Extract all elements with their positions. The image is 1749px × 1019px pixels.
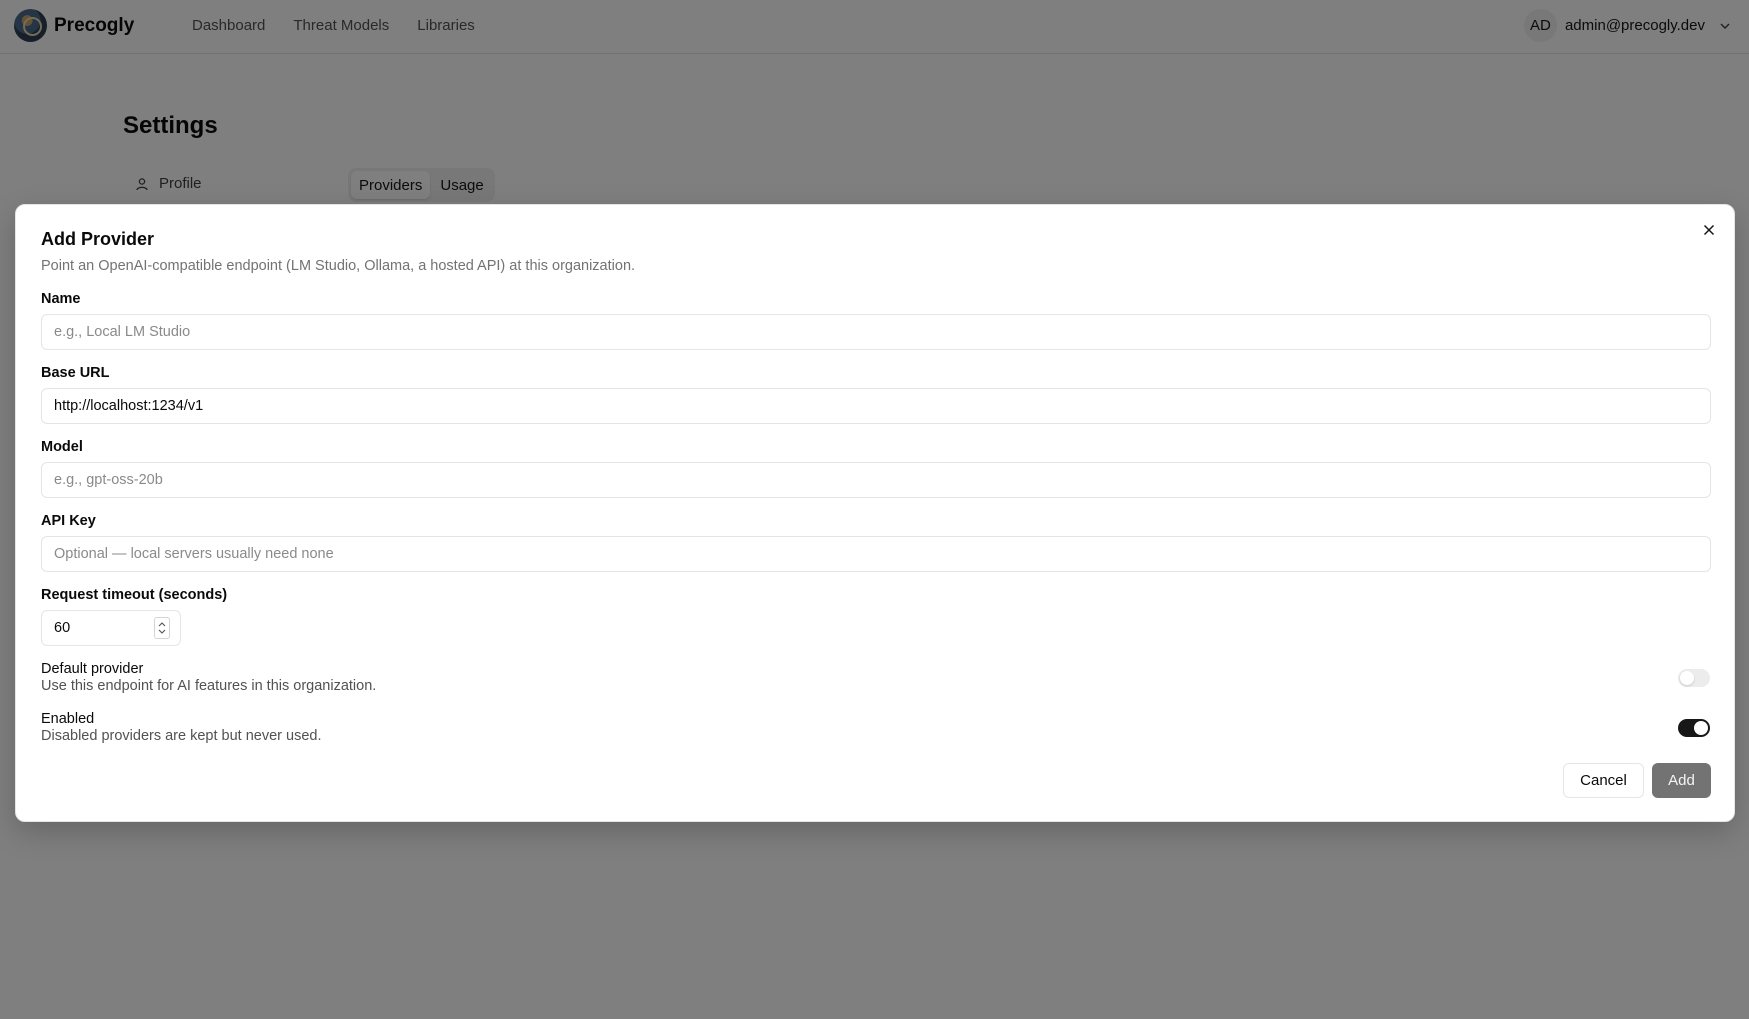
toggle-knob	[1680, 671, 1694, 685]
add-button[interactable]: Add	[1652, 763, 1711, 798]
timeout-stepper[interactable]	[154, 617, 170, 639]
api-key-input[interactable]	[41, 536, 1711, 572]
default-provider-title: Default provider	[41, 661, 144, 677]
timeout-value: 60	[54, 620, 71, 636]
model-label: Model	[41, 439, 83, 455]
close-button[interactable]	[1700, 221, 1718, 239]
timeout-label: Request timeout (seconds)	[41, 587, 228, 603]
close-icon	[1703, 224, 1715, 236]
cancel-button[interactable]: Cancel	[1563, 763, 1644, 798]
dialog-description: Point an OpenAI-compatible endpoint (LM …	[41, 258, 636, 274]
base-url-label: Base URL	[41, 365, 110, 381]
api-key-label: API Key	[41, 513, 96, 529]
toggle-knob	[1694, 721, 1708, 735]
enabled-description: Disabled providers are kept but never us…	[41, 728, 322, 744]
dialog-title: Add Provider	[41, 229, 155, 249]
name-input[interactable]	[41, 314, 1711, 350]
model-input[interactable]	[41, 462, 1711, 498]
enabled-title: Enabled	[41, 711, 95, 727]
default-provider-toggle[interactable]	[1678, 669, 1710, 687]
name-label: Name	[41, 291, 81, 307]
timeout-input[interactable]: 60	[41, 610, 181, 646]
base-url-input[interactable]	[41, 388, 1711, 424]
default-provider-description: Use this endpoint for AI features in thi…	[41, 678, 377, 694]
enabled-toggle[interactable]	[1678, 719, 1710, 737]
add-provider-dialog: Add Provider Point an OpenAI-compatible …	[15, 204, 1735, 822]
stepper-icon	[158, 622, 166, 634]
